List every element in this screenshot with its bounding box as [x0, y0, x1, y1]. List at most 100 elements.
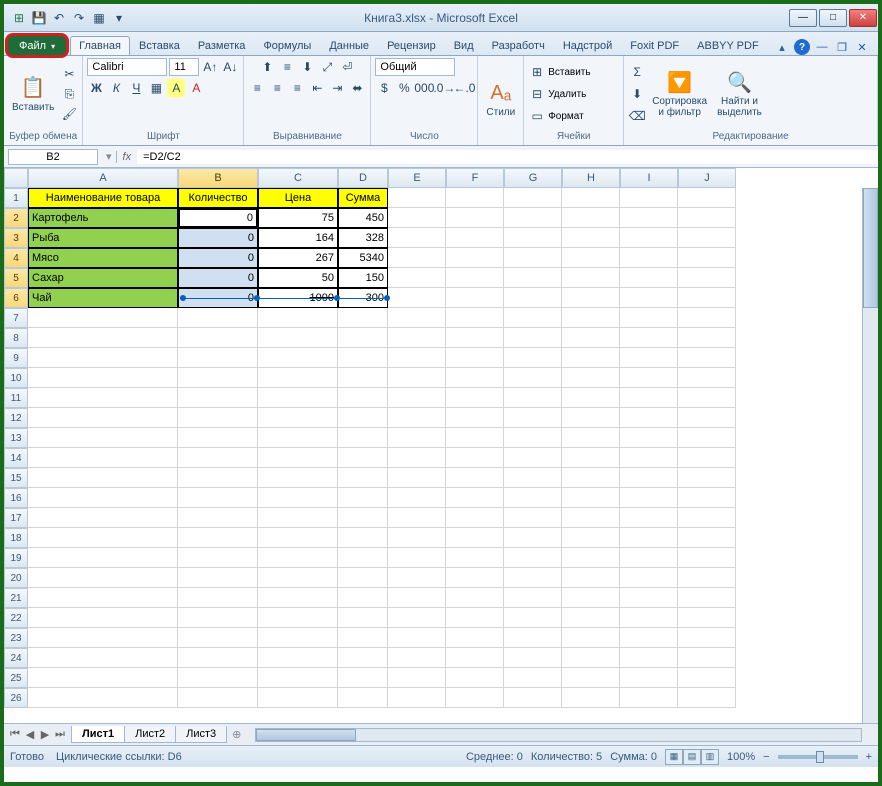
empty-cell[interactable]	[388, 548, 446, 568]
empty-cell[interactable]	[178, 428, 258, 448]
delete-label[interactable]: Удалить	[548, 89, 586, 100]
price-cell[interactable]: 164	[258, 228, 338, 248]
tab-home[interactable]: Главная	[70, 36, 130, 55]
empty-cell[interactable]	[446, 628, 504, 648]
empty-cell[interactable]	[28, 428, 178, 448]
empty-cell[interactable]	[258, 388, 338, 408]
name-cell[interactable]: Сахар	[28, 268, 178, 288]
scroll-thumb[interactable]	[863, 188, 878, 308]
row-header[interactable]: 25	[4, 668, 28, 688]
qat-dropdown-icon[interactable]: ▾	[110, 9, 128, 27]
empty-cell[interactable]	[678, 648, 736, 668]
row-header[interactable]: 26	[4, 688, 28, 708]
empty-cell[interactable]	[562, 688, 620, 708]
empty-cell[interactable]	[446, 668, 504, 688]
insert-cells-icon[interactable]: ⊞	[528, 63, 546, 81]
increase-font-icon[interactable]: A↑	[201, 58, 219, 76]
column-header[interactable]: E	[388, 168, 446, 188]
empty-cell[interactable]	[504, 408, 562, 428]
empty-cell[interactable]	[388, 588, 446, 608]
empty-cell[interactable]	[258, 628, 338, 648]
empty-cell[interactable]	[28, 548, 178, 568]
empty-cell[interactable]	[678, 548, 736, 568]
empty-cell[interactable]	[178, 368, 258, 388]
empty-cell[interactable]	[258, 608, 338, 628]
empty-cell[interactable]	[28, 308, 178, 328]
empty-cell[interactable]	[678, 428, 736, 448]
name-cell[interactable]: Картофель	[28, 208, 178, 228]
empty-cell[interactable]	[504, 328, 562, 348]
empty-cell[interactable]	[504, 488, 562, 508]
workbook-restore-icon[interactable]: ❐	[834, 39, 850, 55]
empty-cell[interactable]	[620, 248, 678, 268]
tab-abbyy[interactable]: ABBYY PDF	[688, 36, 768, 55]
orientation-icon[interactable]: ⤢	[318, 58, 336, 76]
empty-cell[interactable]	[388, 388, 446, 408]
empty-cell[interactable]	[446, 608, 504, 628]
empty-cell[interactable]	[28, 588, 178, 608]
empty-cell[interactable]	[620, 328, 678, 348]
sheet-nav-first-icon[interactable]: ⏮	[8, 728, 22, 741]
name-cell[interactable]: Рыба	[28, 228, 178, 248]
empty-cell[interactable]	[562, 648, 620, 668]
copy-icon[interactable]: ⎘	[60, 85, 78, 103]
increase-decimal-icon[interactable]: .0→	[435, 79, 453, 97]
empty-cell[interactable]	[562, 268, 620, 288]
empty-cell[interactable]	[446, 248, 504, 268]
empty-cell[interactable]	[178, 588, 258, 608]
name-box-dropdown-icon[interactable]: ▾	[102, 150, 116, 163]
tab-view[interactable]: Вид	[445, 36, 483, 55]
empty-cell[interactable]	[258, 448, 338, 468]
empty-cell[interactable]	[678, 448, 736, 468]
empty-cell[interactable]	[28, 468, 178, 488]
empty-cell[interactable]	[562, 508, 620, 528]
empty-cell[interactable]	[28, 348, 178, 368]
empty-cell[interactable]	[446, 368, 504, 388]
empty-cell[interactable]	[620, 548, 678, 568]
empty-cell[interactable]	[388, 428, 446, 448]
row-header[interactable]: 20	[4, 568, 28, 588]
empty-cell[interactable]	[28, 368, 178, 388]
tab-data[interactable]: Данные	[320, 36, 378, 55]
empty-cell[interactable]	[28, 628, 178, 648]
formula-input[interactable]: =D2/C2	[137, 150, 878, 164]
empty-cell[interactable]	[446, 568, 504, 588]
zoom-slider[interactable]	[778, 755, 858, 759]
clear-icon[interactable]: ⌫	[628, 107, 646, 125]
row-header[interactable]: 9	[4, 348, 28, 368]
empty-cell[interactable]	[178, 548, 258, 568]
redo-icon[interactable]: ↷	[70, 9, 88, 27]
empty-cell[interactable]	[504, 188, 562, 208]
sheet-nav-last-icon[interactable]: ⏭	[53, 728, 67, 741]
column-header[interactable]: F	[446, 168, 504, 188]
find-select-button[interactable]: 🔍 Найти и выделить	[713, 68, 766, 120]
empty-cell[interactable]	[504, 568, 562, 588]
column-header[interactable]: G	[504, 168, 562, 188]
empty-cell[interactable]	[678, 528, 736, 548]
fx-icon[interactable]: fx	[116, 151, 138, 163]
name-cell[interactable]: Чай	[28, 288, 178, 308]
empty-cell[interactable]	[504, 208, 562, 228]
empty-cell[interactable]	[678, 408, 736, 428]
empty-cell[interactable]	[620, 348, 678, 368]
empty-cell[interactable]	[678, 488, 736, 508]
tab-insert[interactable]: Вставка	[130, 36, 189, 55]
empty-cell[interactable]	[678, 348, 736, 368]
row-header[interactable]: 10	[4, 368, 28, 388]
number-format-select[interactable]	[375, 58, 455, 76]
column-header[interactable]: C	[258, 168, 338, 188]
empty-cell[interactable]	[258, 568, 338, 588]
empty-cell[interactable]	[258, 508, 338, 528]
empty-cell[interactable]	[388, 448, 446, 468]
row-header[interactable]: 7	[4, 308, 28, 328]
empty-cell[interactable]	[620, 448, 678, 468]
merge-icon[interactable]: ⬌	[348, 79, 366, 97]
empty-cell[interactable]	[446, 408, 504, 428]
help-icon[interactable]: ?	[794, 39, 810, 55]
empty-cell[interactable]	[562, 528, 620, 548]
sheet-nav-prev-icon[interactable]: ◀	[23, 728, 37, 741]
zoom-thumb[interactable]	[816, 751, 824, 763]
empty-cell[interactable]	[28, 608, 178, 628]
wrap-text-icon[interactable]: ⏎	[338, 58, 356, 76]
empty-cell[interactable]	[258, 548, 338, 568]
